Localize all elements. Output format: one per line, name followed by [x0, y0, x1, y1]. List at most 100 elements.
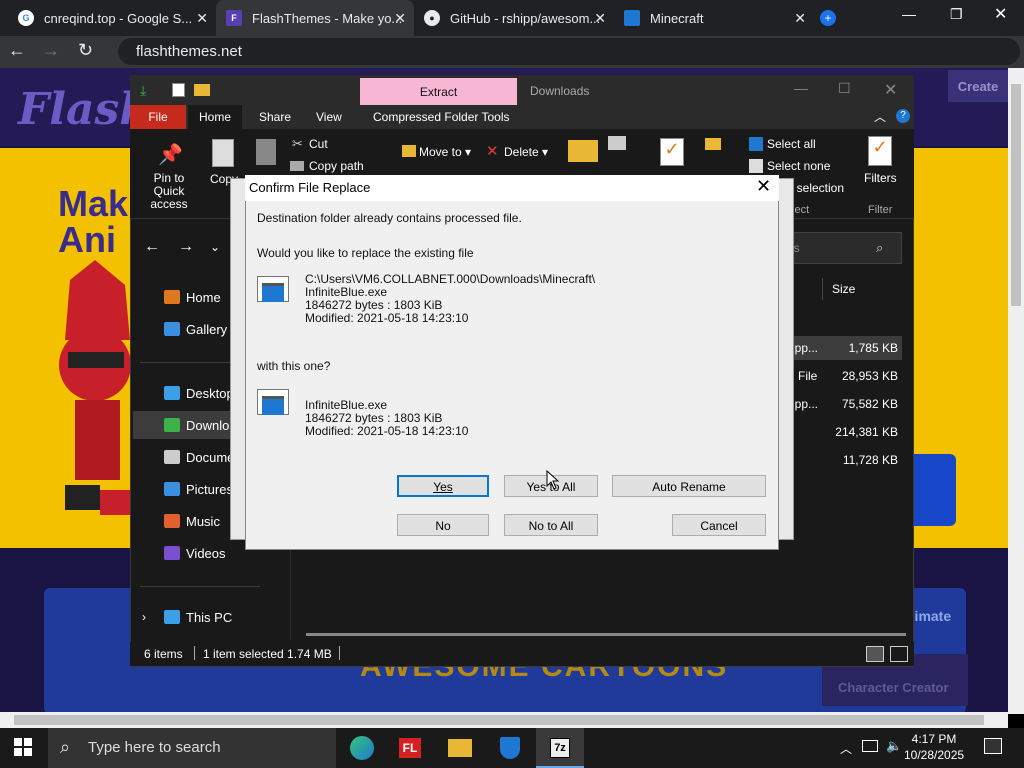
help-icon[interactable]: ?	[896, 109, 910, 123]
recent-locations-icon[interactable]: ⌄	[210, 240, 220, 254]
close-icon[interactable]: ✕	[884, 80, 897, 100]
page-vertical-scroll-thumb[interactable]	[1011, 84, 1021, 306]
cut-button[interactable]: Cut	[309, 137, 328, 151]
cancel-button[interactable]: Cancel	[672, 514, 766, 536]
start-windows-icon[interactable]	[14, 738, 32, 756]
dialog-question: Would you like to replace the existing f…	[257, 246, 474, 260]
nav-item-pictures[interactable]: Pictures	[164, 482, 233, 497]
tab-view[interactable]: View	[316, 105, 342, 129]
tab-compressed-folder-tools[interactable]: Compressed Folder Tools	[373, 105, 510, 129]
close-icon[interactable]: ✕	[394, 10, 406, 27]
details-view-icon[interactable]	[866, 646, 884, 662]
open-folder-icon[interactable]	[705, 138, 721, 150]
defender-icon[interactable]	[492, 733, 528, 763]
properties-icon[interactable]	[172, 83, 185, 97]
file-size: 214,381 KB	[835, 425, 898, 439]
file-list-scrollbar[interactable]	[306, 633, 906, 636]
properties-check-icon[interactable]: ✓	[660, 138, 684, 166]
maximize-icon[interactable]: ☐	[838, 80, 851, 97]
pin-to-quick-access-button[interactable]: Pin to Quick access	[138, 172, 200, 211]
nav-item-gallery[interactable]: Gallery	[164, 322, 227, 337]
reload-icon[interactable]: ↻	[78, 40, 93, 61]
select-all-button[interactable]: Select all	[767, 137, 816, 151]
download-arrow-icon[interactable]: ⤓	[140, 82, 146, 99]
google-icon: G	[18, 10, 34, 26]
7zip-icon[interactable]: 7z	[542, 733, 578, 763]
tab-file[interactable]: File	[130, 105, 186, 129]
delete-button[interactable]: Delete ▾	[504, 145, 548, 159]
filters-button[interactable]: Filters	[864, 171, 897, 185]
close-icon[interactable]: ✕	[196, 10, 208, 27]
nav-item-desktop[interactable]: Desktop	[164, 386, 234, 401]
nav-item-music[interactable]: Music	[164, 514, 220, 529]
edge-icon[interactable]	[344, 733, 380, 763]
fl-studio-icon[interactable]: FL	[392, 733, 428, 763]
forward-icon[interactable]: →	[42, 40, 60, 61]
tab-github[interactable]: ● GitHub - rshipp/awesom... ✕	[414, 0, 614, 36]
dialog-message: Destination folder already contains proc…	[257, 211, 522, 225]
file-name[interactable]: ipp...	[792, 397, 818, 411]
new-item-icon[interactable]	[608, 136, 626, 150]
column-header-size[interactable]: Size	[832, 282, 855, 296]
filters-icon: ✓	[868, 136, 892, 166]
auto-rename-button[interactable]: Auto Rename	[612, 475, 766, 497]
notifications-icon[interactable]	[984, 738, 1002, 754]
show-hidden-icons-icon[interactable]: ︿	[840, 740, 852, 757]
back-icon[interactable]: ←	[144, 238, 160, 256]
nav-item-documents[interactable]: Docume	[164, 450, 234, 465]
network-icon[interactable]	[862, 740, 878, 752]
dialog-close-icon[interactable]: ✕	[756, 176, 771, 197]
copy-path-icon	[290, 161, 304, 171]
nav-item-downloads[interactable]: Downloa	[164, 418, 237, 433]
copy-path-button[interactable]: Copy path	[309, 159, 364, 173]
back-icon[interactable]: ←	[8, 40, 26, 61]
taskbar-clock[interactable]: 4:17 PM 10/28/2025	[904, 731, 964, 763]
expand-chevron-icon[interactable]: ›	[142, 610, 146, 624]
select-all-icon	[749, 137, 763, 151]
home-icon	[164, 290, 180, 304]
no-button[interactable]: No	[397, 514, 489, 536]
file-explorer-icon[interactable]	[442, 733, 478, 763]
invert-selection-button[interactable]: t selection	[790, 181, 844, 195]
search-icon: ⌕	[876, 240, 884, 255]
close-window-icon[interactable]: ✕	[994, 4, 1007, 24]
new-folder-icon[interactable]	[568, 140, 598, 162]
large-icons-view-icon[interactable]	[890, 646, 908, 662]
taskbar-search-input[interactable]: Type here to search	[48, 728, 336, 768]
file-name[interactable]: ipp...	[792, 341, 818, 355]
close-icon[interactable]: ✕	[794, 10, 806, 27]
tab-google[interactable]: G cnreqind.top - Google S... ✕	[8, 0, 216, 36]
tab-home[interactable]: Home	[188, 105, 242, 129]
create-button[interactable]: Create	[948, 70, 1008, 102]
maximize-icon[interactable]: ❐	[950, 6, 963, 23]
tab-flashthemes[interactable]: F FlashThemes - Make yo... ✕	[216, 0, 414, 36]
nav-item-this-pc[interactable]: This PC	[164, 610, 232, 625]
gallery-icon	[164, 322, 180, 336]
move-to-button[interactable]: Move to ▾	[419, 145, 471, 159]
page-horizontal-scroll-thumb[interactable]	[14, 715, 984, 725]
minimize-icon[interactable]: —	[794, 80, 808, 96]
nav-item-home[interactable]: Home	[164, 290, 221, 305]
yes-button[interactable]: Yes	[397, 475, 489, 497]
tab-extract[interactable]: Extract	[360, 78, 517, 105]
tab-minecraft[interactable]: Minecraft ✕	[614, 0, 814, 36]
ribbon-tab-bar	[130, 105, 914, 129]
tab-share[interactable]: Share	[259, 105, 291, 129]
url-field[interactable]: flashthemes.net	[118, 38, 1020, 65]
new-tab-icon[interactable]: +	[820, 10, 836, 26]
move-to-icon	[402, 145, 416, 157]
file-name[interactable]: File	[798, 369, 817, 383]
window-title: Downloads	[530, 84, 590, 98]
search-icon: ⌕	[60, 737, 71, 757]
folder-icon[interactable]	[194, 84, 210, 96]
minimize-icon[interactable]: —	[902, 6, 916, 22]
forward-icon[interactable]: →	[178, 238, 194, 256]
volume-icon[interactable]: 🔈	[886, 738, 902, 754]
nav-item-videos[interactable]: Videos	[164, 546, 226, 561]
close-icon[interactable]: ✕	[594, 10, 606, 27]
delete-icon: ✕	[486, 143, 499, 160]
no-to-all-button[interactable]: No to All	[504, 514, 598, 536]
documents-icon	[164, 450, 180, 464]
select-none-button[interactable]: Select none	[767, 159, 830, 173]
collapse-ribbon-icon[interactable]: ︿	[874, 108, 886, 125]
